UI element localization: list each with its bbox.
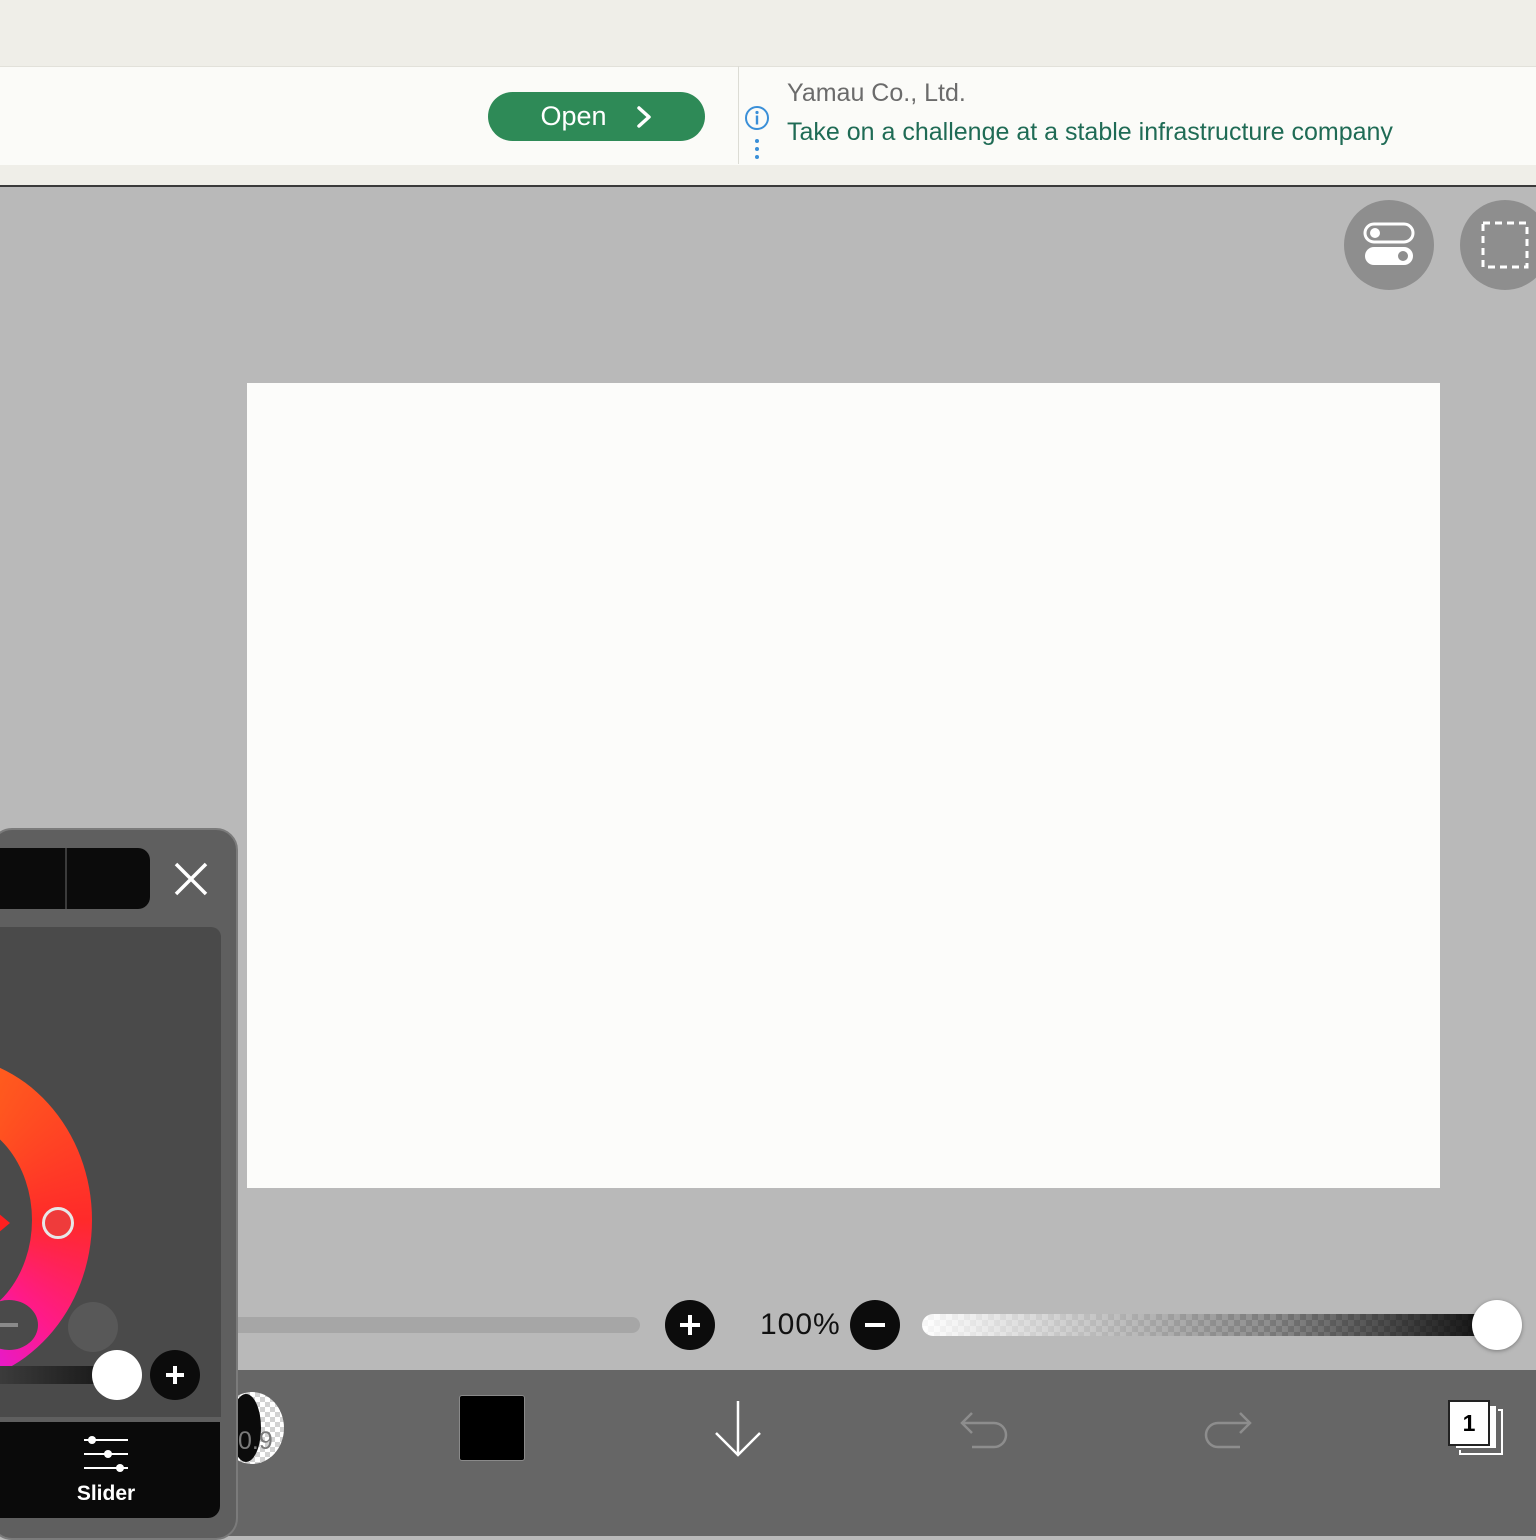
layers-count[interactable]: 1: [1448, 1400, 1490, 1446]
status-strip: [0, 0, 1536, 66]
ad-open-label: Open: [540, 101, 607, 131]
color-panel-tabs[interactable]: [0, 848, 150, 909]
opacity-slider-thumb[interactable]: [1472, 1300, 1522, 1350]
slider-tab[interactable]: Slider: [0, 1422, 220, 1518]
minus-icon: [0, 1323, 18, 1327]
info-icon[interactable]: [744, 105, 770, 131]
download-arrow-icon[interactable]: [712, 1398, 764, 1460]
minus-icon: [865, 1323, 885, 1327]
panel-slider-track[interactable]: [0, 1366, 102, 1384]
current-color-swatch[interactable]: [459, 1395, 525, 1461]
chevron-right-icon: [636, 105, 651, 128]
zoom-level: 100%: [760, 1308, 841, 1341]
panel-value-thumb[interactable]: [92, 1350, 142, 1400]
close-icon[interactable]: [172, 860, 210, 898]
ad-banner-footer: [0, 165, 1536, 187]
redo-icon[interactable]: [1202, 1405, 1254, 1451]
ad-divider: [738, 66, 739, 164]
sliders-icon: [84, 1436, 128, 1472]
ad-tagline[interactable]: Take on a challenge at a stable infrastr…: [787, 118, 1393, 147]
ad-open-button[interactable]: Open: [488, 92, 705, 141]
plus-icon: [680, 1315, 700, 1335]
zoom-out-button[interactable]: [850, 1300, 900, 1350]
panel-slider-thumb[interactable]: [68, 1302, 118, 1352]
selection-icon: [1481, 221, 1529, 269]
plus-icon: [166, 1366, 184, 1384]
panel-plus-button[interactable]: [150, 1350, 200, 1400]
brush-size-track[interactable]: [200, 1317, 640, 1333]
hue-pointer: [0, 1213, 10, 1233]
tab-divider: [65, 848, 67, 909]
color-panel: Slider: [0, 828, 238, 1540]
undo-icon[interactable]: [958, 1405, 1010, 1451]
ad-company-name[interactable]: Yamau Co., Ltd.: [787, 79, 966, 108]
zoom-in-button[interactable]: [665, 1300, 715, 1350]
settings-toggle-button[interactable]: [1344, 200, 1434, 290]
drawing-canvas[interactable]: [247, 383, 1440, 1188]
selection-button[interactable]: [1460, 200, 1536, 290]
opacity-slider[interactable]: [922, 1314, 1517, 1336]
slider-tab-label: Slider: [76, 1482, 136, 1505]
brush-size-value: 0.9: [238, 1427, 273, 1455]
hue-selector[interactable]: [42, 1207, 74, 1239]
more-vertical-icon[interactable]: [753, 138, 761, 162]
toggle-settings-icon: [1363, 222, 1415, 265]
